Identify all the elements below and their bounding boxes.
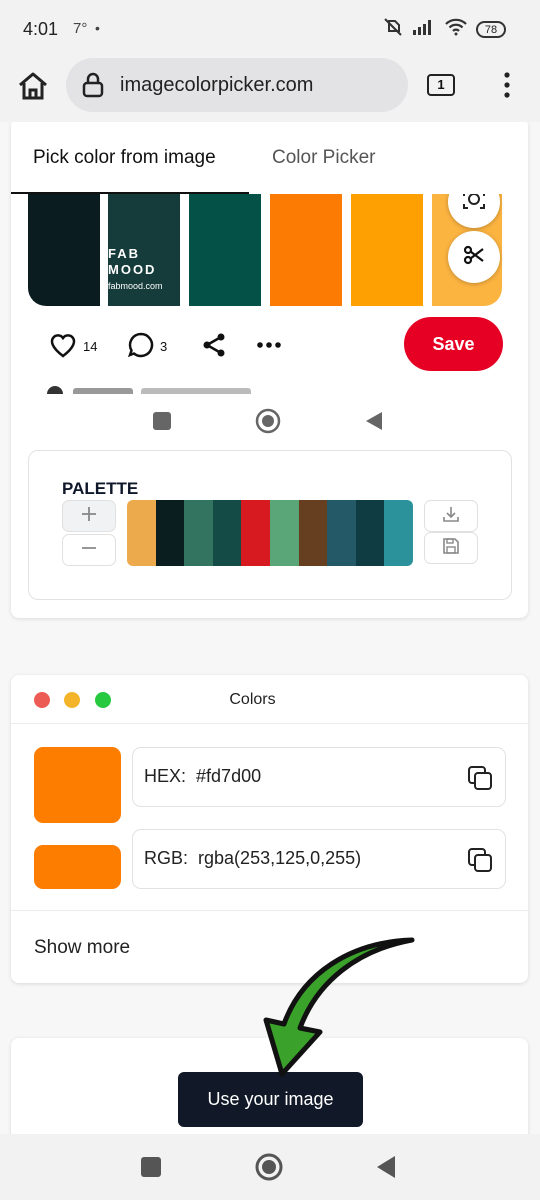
add-color-button[interactable] (62, 500, 116, 532)
palette-swatch[interactable] (327, 500, 356, 566)
divider (11, 910, 528, 911)
tab-pick-from-image[interactable]: Pick color from image (11, 122, 249, 194)
status-time: 4:01 (23, 19, 59, 39)
scissors-icon (462, 243, 486, 272)
download-icon (442, 505, 460, 528)
home-button-icon[interactable] (254, 1152, 284, 1187)
floppy-icon (442, 537, 460, 560)
back-triangle-icon (363, 410, 385, 437)
hex-value: #fd7d00 (196, 766, 262, 786)
more-options-icon[interactable] (256, 332, 282, 358)
palette-swatch[interactable] (241, 500, 270, 566)
palette-swatch[interactable] (155, 500, 185, 566)
heart-icon (49, 332, 77, 361)
color-preview-small (34, 845, 121, 889)
palette-title: PALETTE (62, 479, 139, 498)
save-button[interactable]: Save (404, 317, 503, 371)
rgb-label: RGB: (144, 848, 189, 868)
recents-icon (152, 411, 172, 436)
system-nav-bar (0, 1134, 540, 1200)
hex-label: HEX: (144, 766, 187, 786)
image-color-strip (351, 190, 423, 306)
battery-icon: 78 (476, 21, 506, 38)
mode-tabs: Pick color from image Color Picker (11, 122, 528, 194)
remove-color-button[interactable] (62, 534, 116, 566)
palette-swatch[interactable] (355, 500, 385, 566)
url-text: imagecolorpicker.com (120, 74, 314, 96)
hex-field[interactable]: HEX: #fd7d00 (132, 747, 506, 807)
share-icon[interactable] (201, 332, 227, 358)
crop-button[interactable] (448, 231, 500, 283)
colors-window-header: Colors (11, 675, 528, 724)
more-menu-icon[interactable] (497, 70, 517, 100)
wifi-icon (444, 18, 468, 41)
home-circle-icon (255, 408, 281, 439)
comment-count: 3 (160, 339, 168, 354)
status-temperature: 7° (73, 20, 88, 37)
comment-action[interactable]: 3 (127, 332, 168, 361)
image-color-strip (28, 190, 100, 306)
home-icon[interactable] (15, 68, 51, 104)
status-dot: • (95, 20, 100, 36)
download-palette-button[interactable] (424, 500, 478, 532)
pin-actions: 14 3 Save (11, 314, 528, 374)
uploaded-image[interactable] (28, 190, 502, 306)
palette-swatch[interactable] (184, 500, 213, 566)
rgb-field[interactable]: RGB: rgba(253,125,0,255) (132, 829, 506, 889)
like-action[interactable]: 14 (49, 332, 97, 361)
recents-button-icon[interactable] (140, 1156, 162, 1183)
rgb-value: rgba(253,125,0,255) (198, 848, 362, 868)
back-button-icon[interactable] (374, 1154, 398, 1185)
curved-arrow-icon (262, 932, 422, 1087)
image-color-strip (189, 190, 261, 306)
address-bar[interactable]: imagecolorpicker.com (66, 58, 408, 112)
palette-swatch[interactable] (127, 500, 156, 566)
lock-icon (82, 72, 104, 103)
minus-icon (80, 539, 98, 562)
plus-icon (80, 505, 98, 528)
pin-author-row (47, 384, 267, 394)
palette-swatches (127, 500, 413, 566)
copy-rgb-icon[interactable] (467, 847, 493, 878)
palette-swatch[interactable] (384, 500, 413, 566)
image-color-strip (270, 190, 342, 306)
fab-mood-logo: FAB MOOD fabmood.com (108, 246, 163, 291)
palette-swatch[interactable] (212, 500, 242, 566)
tab-switcher-button[interactable]: 1 (427, 74, 455, 96)
status-bar: 4:01 7° • 78 (0, 0, 540, 58)
color-preview-large (34, 747, 121, 823)
page-content: Pick color from image Color Picker FAB M… (0, 122, 540, 1134)
image-picker-card: Pick color from image Color Picker FAB M… (11, 122, 528, 618)
like-count: 14 (83, 339, 98, 354)
palette-swatch[interactable] (269, 500, 299, 566)
comment-icon (127, 332, 154, 361)
mute-icon (382, 17, 404, 42)
tab-color-picker[interactable]: Color Picker (272, 147, 375, 169)
save-palette-button[interactable] (424, 532, 478, 564)
palette-panel: PALETTE (28, 450, 512, 600)
colors-window-title: Colors (229, 691, 276, 708)
browser-toolbar: imagecolorpicker.com 1 (0, 58, 540, 122)
show-more-link[interactable]: Show more (34, 937, 130, 959)
embedded-nav-bar (11, 398, 528, 444)
signal-icon (412, 18, 436, 41)
copy-hex-icon[interactable] (467, 765, 493, 796)
palette-swatch[interactable] (298, 500, 328, 566)
